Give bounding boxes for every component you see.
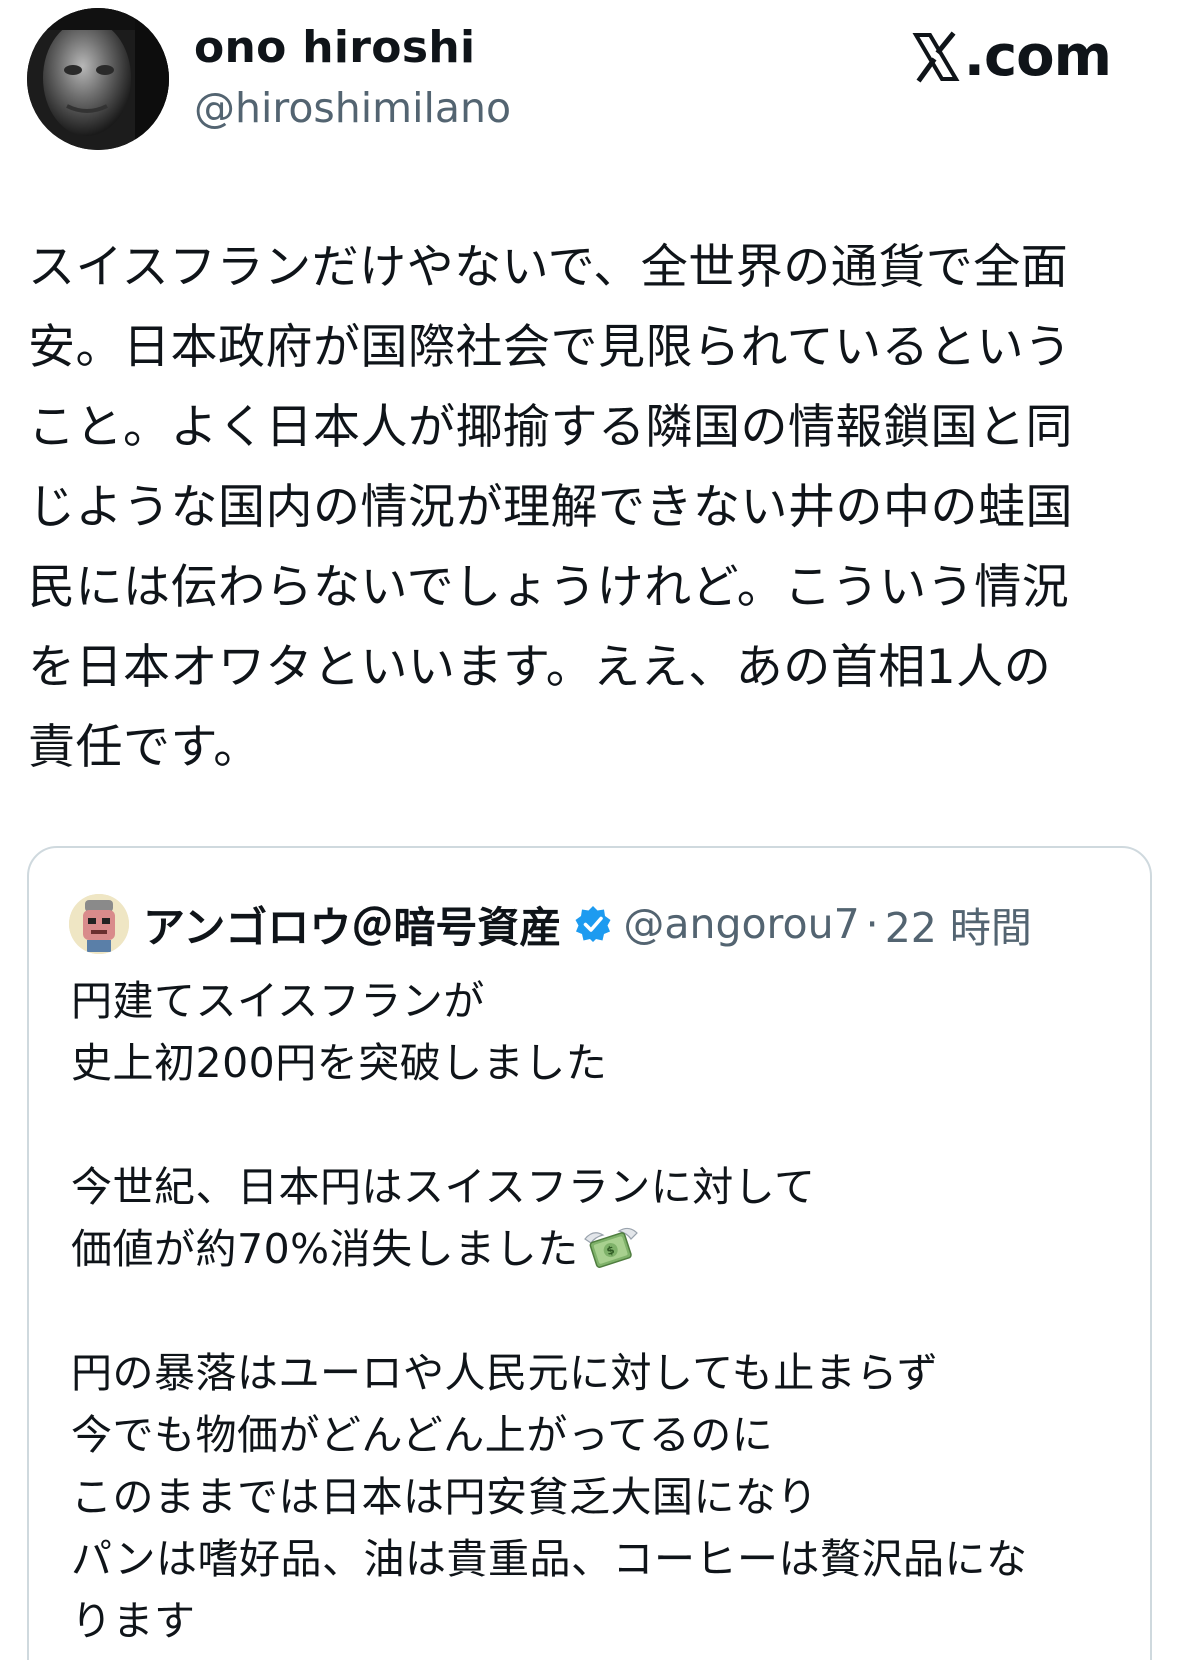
tweet-line: 安。日本政府が国際社会で見限られているという xyxy=(28,320,1072,375)
tweet-line: 責任です。 xyxy=(28,720,261,775)
author-avatar[interactable] xyxy=(27,8,169,150)
tweet-line: スイスフランだけやないで、全世界の通貨で全面 xyxy=(28,240,1069,295)
quote-line: 史上初200円を突破しました xyxy=(71,1039,608,1087)
site-label-text: .com xyxy=(963,24,1112,89)
money-with-wings-icon: $ xyxy=(583,1227,638,1268)
quoted-author-name[interactable]: アンゴロウ＠暗号資産 xyxy=(143,894,561,955)
quote-line: このままでは日本は円安貧乏大国になり xyxy=(71,1473,818,1521)
tweet-line: 民には伝わらないでしょうけれど。こういう情況 xyxy=(28,560,1070,615)
tweet-header: ono hiroshi @hiroshimilano .com xyxy=(0,0,1179,170)
quote-line: 円建てスイスフランが xyxy=(71,977,485,1025)
quote-line: ります xyxy=(71,1597,196,1645)
quote-line-text: 価値が約70%消失しました xyxy=(71,1225,579,1273)
quote-line: パンは嗜好品、油は貴重品、コーヒーは贅沢品にな xyxy=(71,1535,1028,1583)
tweet-line: を日本オワタといいます。ええ、あの首相1人の xyxy=(28,640,1052,695)
quoted-avatar-image xyxy=(69,894,129,954)
quoted-author-handle[interactable]: @angorou7 xyxy=(623,900,859,948)
verified-badge-icon xyxy=(575,906,611,942)
quoted-author-avatar[interactable] xyxy=(69,894,129,954)
x-logo-icon xyxy=(912,30,960,82)
avatar-photo xyxy=(27,8,169,150)
tweet-line: じような国内の情況が理解できない井の中の蛙国 xyxy=(28,480,1073,535)
separator-dot: · xyxy=(865,900,879,948)
quoted-tweet-card[interactable]: アンゴロウ＠暗号資産 @angorou7 · 22 時間 円建てスイスフランが … xyxy=(27,846,1152,1660)
site-label: .com xyxy=(912,24,1112,89)
author-handle[interactable]: @hiroshimilano xyxy=(194,84,511,132)
quote-line: 価値が約70%消失しました $ xyxy=(71,1218,1131,1280)
quote-line: 円の暴落はユーロや人民元に対しても止まらず xyxy=(71,1349,939,1397)
quote-line: 今でも物価がどんどん上がってるのに xyxy=(71,1411,774,1459)
tweet-text: スイスフランだけやないで、全世界の通貨で全面 安。日本政府が国際社会で見限られて… xyxy=(28,228,1158,788)
tweet-line: こと。よく日本人が揶揄する隣国の情報鎖国と同 xyxy=(28,400,1073,455)
quoted-tweet-text: 円建てスイスフランが 史上初200円を突破しました 今世紀、日本円はスイスフラン… xyxy=(71,970,1131,1652)
quote-line: 今世紀、日本円はスイスフランに対して xyxy=(71,1163,816,1211)
quoted-tweet-time[interactable]: 22 時間 xyxy=(885,894,1032,954)
author-name[interactable]: ono hiroshi xyxy=(194,22,475,73)
quoted-tweet-header: アンゴロウ＠暗号資産 @angorou7 · 22 時間 xyxy=(69,890,1129,958)
